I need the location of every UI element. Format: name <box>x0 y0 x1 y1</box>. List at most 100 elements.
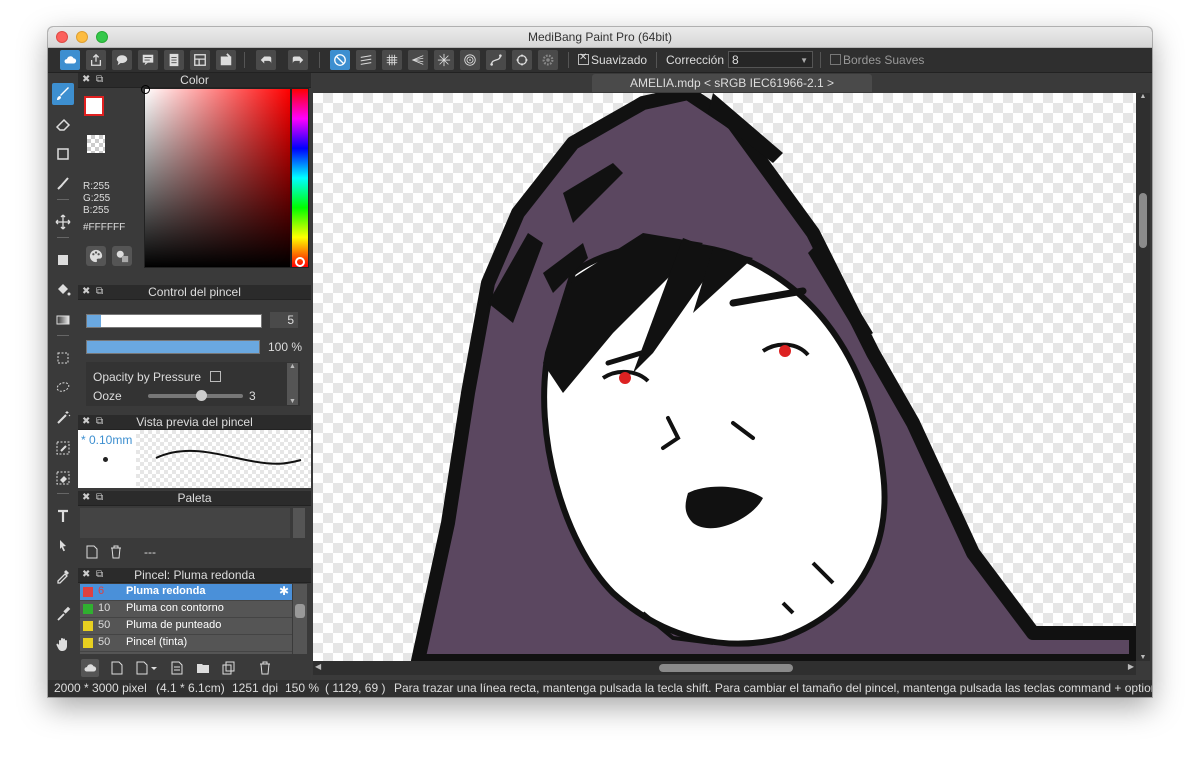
ellipse-snap-icon[interactable] <box>512 50 532 70</box>
new-palette-icon[interactable] <box>84 544 100 560</box>
radial-snap-icon[interactable] <box>434 50 454 70</box>
select-pen-tool-icon[interactable] <box>52 437 74 459</box>
speech-bubble-icon[interactable] <box>112 50 132 70</box>
close-icon[interactable]: ✖ <box>82 285 90 299</box>
scroll-right-icon[interactable]: ▶ <box>1128 662 1134 671</box>
eyedropper-tool-icon[interactable] <box>52 565 74 587</box>
close-icon[interactable]: ✖ <box>82 415 90 429</box>
detach-icon[interactable]: ⧉ <box>96 285 103 299</box>
cloud-brush-icon[interactable] <box>81 659 99 677</box>
text-tool-icon[interactable] <box>52 505 74 527</box>
brush-list-item[interactable]: 10 Pluma con contorno <box>80 601 292 618</box>
ooze-slider-handle[interactable] <box>196 390 207 401</box>
brush-control-title: Control del pincel <box>148 285 241 299</box>
scroll-left-icon[interactable]: ◀ <box>315 662 321 671</box>
cloud-icon[interactable] <box>60 50 80 70</box>
delete-brush-icon[interactable] <box>256 659 274 677</box>
share-icon[interactable] <box>86 50 106 70</box>
dot-pen-tool-icon[interactable] <box>52 173 74 195</box>
palette-scrollbar[interactable] <box>293 508 305 538</box>
add-brush-menu-icon[interactable] <box>134 659 160 677</box>
detach-icon[interactable]: ⧉ <box>96 568 103 582</box>
select-rectangle-tool-icon[interactable] <box>52 347 74 369</box>
document-tab[interactable]: AMELIA.mdp < sRGB IEC61966-2.1 > <box>592 74 872 92</box>
brush-folder-icon[interactable] <box>194 659 212 677</box>
grid-snap-icon[interactable] <box>382 50 402 70</box>
correction-select[interactable]: 8 ▼ <box>728 51 813 68</box>
page-icon[interactable] <box>164 50 184 70</box>
ooze-slider[interactable] <box>148 390 243 401</box>
zoom-window-button[interactable] <box>96 31 108 43</box>
brush-settings-icon[interactable] <box>168 659 186 677</box>
brush-list-item[interactable]: 50 Acuarela <box>80 652 292 654</box>
delete-palette-icon[interactable] <box>108 544 124 560</box>
brush-list-item[interactable]: 6 Pluma redonda ✱ <box>80 584 292 601</box>
brush-list-scrollbar[interactable] <box>293 584 307 654</box>
saturation-value-field[interactable] <box>141 85 291 268</box>
hand-tool-icon[interactable] <box>52 633 74 655</box>
settings-gear-icon[interactable] <box>538 50 558 70</box>
curve-snap-icon[interactable] <box>486 50 506 70</box>
panel-layout-icon[interactable] <box>190 50 210 70</box>
status-coordinates: ( 1129, 69 ) <box>325 681 386 695</box>
soft-edges-checkbox[interactable]: Bordes Suaves <box>830 53 924 67</box>
canvas-vertical-scrollbar[interactable]: ▲ ▼ <box>1136 93 1150 661</box>
horizontal-scroll-thumb[interactable] <box>659 664 793 672</box>
brush-settings-gear-icon[interactable]: ✱ <box>279 584 289 598</box>
select-eraser-tool-icon[interactable] <box>52 467 74 489</box>
brush-tool-icon[interactable] <box>52 83 74 105</box>
brush-list-item[interactable]: 50 Pincel (tinta) <box>80 635 292 652</box>
detach-icon[interactable]: ⧉ <box>96 415 103 429</box>
concentric-snap-icon[interactable] <box>460 50 480 70</box>
detach-icon[interactable]: ⧉ <box>96 73 103 87</box>
hue-slider-handle[interactable] <box>295 257 305 267</box>
transparent-color-swatch[interactable] <box>87 135 105 153</box>
eraser-tool-icon[interactable] <box>52 113 74 135</box>
detach-icon[interactable]: ⧉ <box>96 491 103 505</box>
fill-rectangle-tool-icon[interactable] <box>52 249 74 271</box>
new-brush-icon[interactable] <box>108 659 126 677</box>
scroll-down-icon[interactable]: ▼ <box>287 398 298 405</box>
hue-slider[interactable] <box>291 88 309 268</box>
rectangle-tool-icon[interactable] <box>52 143 74 165</box>
close-icon[interactable]: ✖ <box>82 73 90 87</box>
operation-tool-icon[interactable] <box>52 535 74 557</box>
ooze-label: Ooze <box>93 389 122 403</box>
frame-icon[interactable] <box>216 50 236 70</box>
move-tool-icon[interactable] <box>52 211 74 233</box>
close-icon[interactable]: ✖ <box>82 491 90 505</box>
close-icon[interactable]: ✖ <box>82 568 90 582</box>
minimize-window-button[interactable] <box>76 31 88 43</box>
no-snap-icon[interactable] <box>330 50 350 70</box>
canvas-horizontal-scrollbar[interactable]: ◀ ▶ <box>313 661 1136 675</box>
foreground-color-swatch[interactable] <box>84 96 104 116</box>
close-window-button[interactable] <box>56 31 68 43</box>
brush-list-scroll-thumb[interactable] <box>295 604 305 618</box>
drawing-canvas[interactable] <box>313 93 1136 661</box>
brush-size-value[interactable]: 5 <box>270 312 298 328</box>
vertical-scroll-thumb[interactable] <box>1139 193 1147 248</box>
lasso-tool-icon[interactable] <box>52 377 74 399</box>
undo-icon[interactable] <box>256 50 276 70</box>
scroll-down-icon[interactable]: ▼ <box>1136 654 1150 661</box>
gradient-tool-icon[interactable] <box>52 309 74 331</box>
opacity-by-pressure-checkbox[interactable]: Opacity by Pressure <box>93 370 223 384</box>
color-set-icon[interactable] <box>112 246 132 266</box>
comment-icon[interactable] <box>138 50 158 70</box>
scroll-up-icon[interactable]: ▲ <box>287 363 298 370</box>
redo-icon[interactable] <box>288 50 308 70</box>
smoothing-checkbox[interactable]: Suavizado <box>578 52 647 67</box>
bucket-tool-icon[interactable] <box>52 279 74 301</box>
brush-opacity-slider[interactable] <box>86 340 260 354</box>
brush-options-scrollbar[interactable]: ▲ ▼ <box>287 363 298 405</box>
brush-list-item[interactable]: 50 Pluma de punteado <box>80 618 292 635</box>
perspective-snap-icon[interactable] <box>408 50 428 70</box>
magic-wand-tool-icon[interactable] <box>52 407 74 429</box>
palette-swatch-area[interactable] <box>80 508 290 538</box>
brush-size-slider[interactable] <box>86 314 262 328</box>
pen-eyedropper-tool-icon[interactable] <box>52 603 74 625</box>
scroll-up-icon[interactable]: ▲ <box>1136 93 1150 100</box>
parallel-snap-icon[interactable] <box>356 50 376 70</box>
color-palette-icon[interactable] <box>86 246 106 266</box>
duplicate-brush-icon[interactable] <box>220 659 238 677</box>
